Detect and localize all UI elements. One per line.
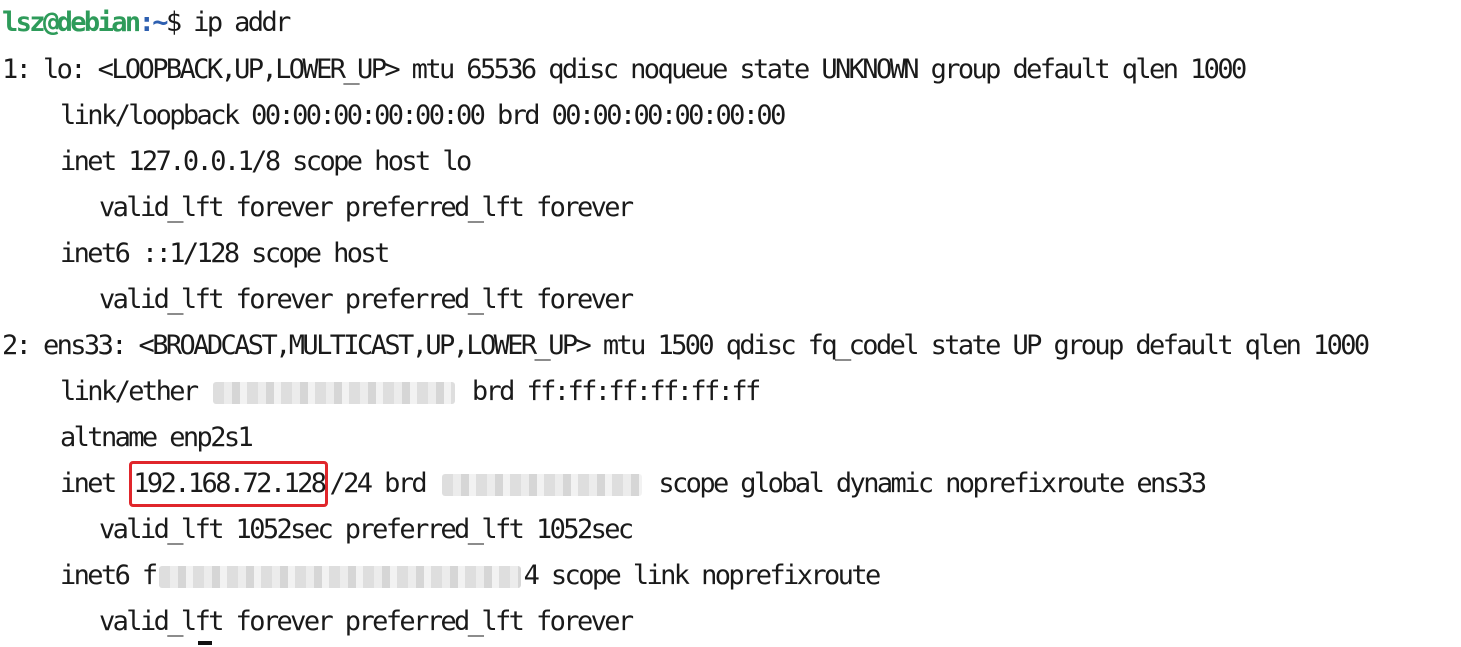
terminal-window[interactable]: lsz@debian:~$ ip addr 1: lo: <LOOPBACK,U… (0, 0, 1461, 647)
ens33-altname-line: altname enp2s1 (60, 422, 254, 453)
ens33-inet-prefix: inet (60, 468, 117, 499)
ens33-link-prefix: link/ether (60, 376, 199, 407)
lo-link-line: link/loopback 00:00:00:00:00:00 brd 00:0… (60, 100, 786, 131)
broadcast-address-redacted (441, 473, 642, 496)
ip-address: 192.168.72.128 (133, 468, 327, 499)
lo-header-line: 1: lo: <LOOPBACK,UP,LOWER_UP> mtu 65536 … (2, 54, 1247, 85)
ens33-header-line: 2: ens33: <BROADCAST,MULTICAST,UP,LOWER_… (2, 330, 1370, 361)
ens33-inet-lft-line: valid_lft 1052sec preferred_lft 1052sec (99, 514, 634, 545)
prompt-path: :~ (138, 7, 169, 38)
ens33-inet6-suffix: 4 scope link noprefixroute (523, 560, 882, 591)
ens33-link-suffix: brd ff:ff:ff:ff:ff:ff (471, 376, 761, 407)
terminal-cursor (198, 641, 212, 645)
ens33-inet-suffix: scope global dynamic noprefixroute ens33 (658, 468, 1207, 499)
ens33-inet-line: inet 192.168.72.128/24 brd scope global … (60, 461, 1207, 507)
lo-inet-line: inet 127.0.0.1/8 scope host lo (60, 146, 472, 177)
ens33-inet-mask-brd: /24 brd (329, 468, 427, 499)
lo-inet6-line: inet6 ::1/128 scope host (60, 238, 390, 269)
prompt-line: lsz@debian:~$ ip addr (2, 0, 291, 46)
mac-address-redacted (213, 381, 456, 404)
prompt-user-host: lsz@debian (2, 7, 141, 38)
lo-inet-lft-line: valid_lft forever preferred_lft forever (99, 192, 634, 223)
prompt-command: ip addr (179, 7, 291, 38)
prompt-symbol: $ (165, 7, 182, 38)
inet6-address-redacted (158, 565, 521, 588)
ens33-inet6-line: inet6 f 4 scope link noprefixroute (60, 553, 882, 599)
ip-address-highlight: 192.168.72.128 (129, 461, 329, 507)
lo-inet6-lft-line: valid_lft forever preferred_lft forever (99, 284, 634, 315)
ens33-inet6-prefix: inet6 f (60, 560, 158, 591)
ens33-inet6-lft-line: valid_lft forever preferred_lft forever (99, 606, 634, 637)
ens33-link-line: link/ether brd ff:ff:ff:ff:ff:ff (60, 369, 761, 415)
